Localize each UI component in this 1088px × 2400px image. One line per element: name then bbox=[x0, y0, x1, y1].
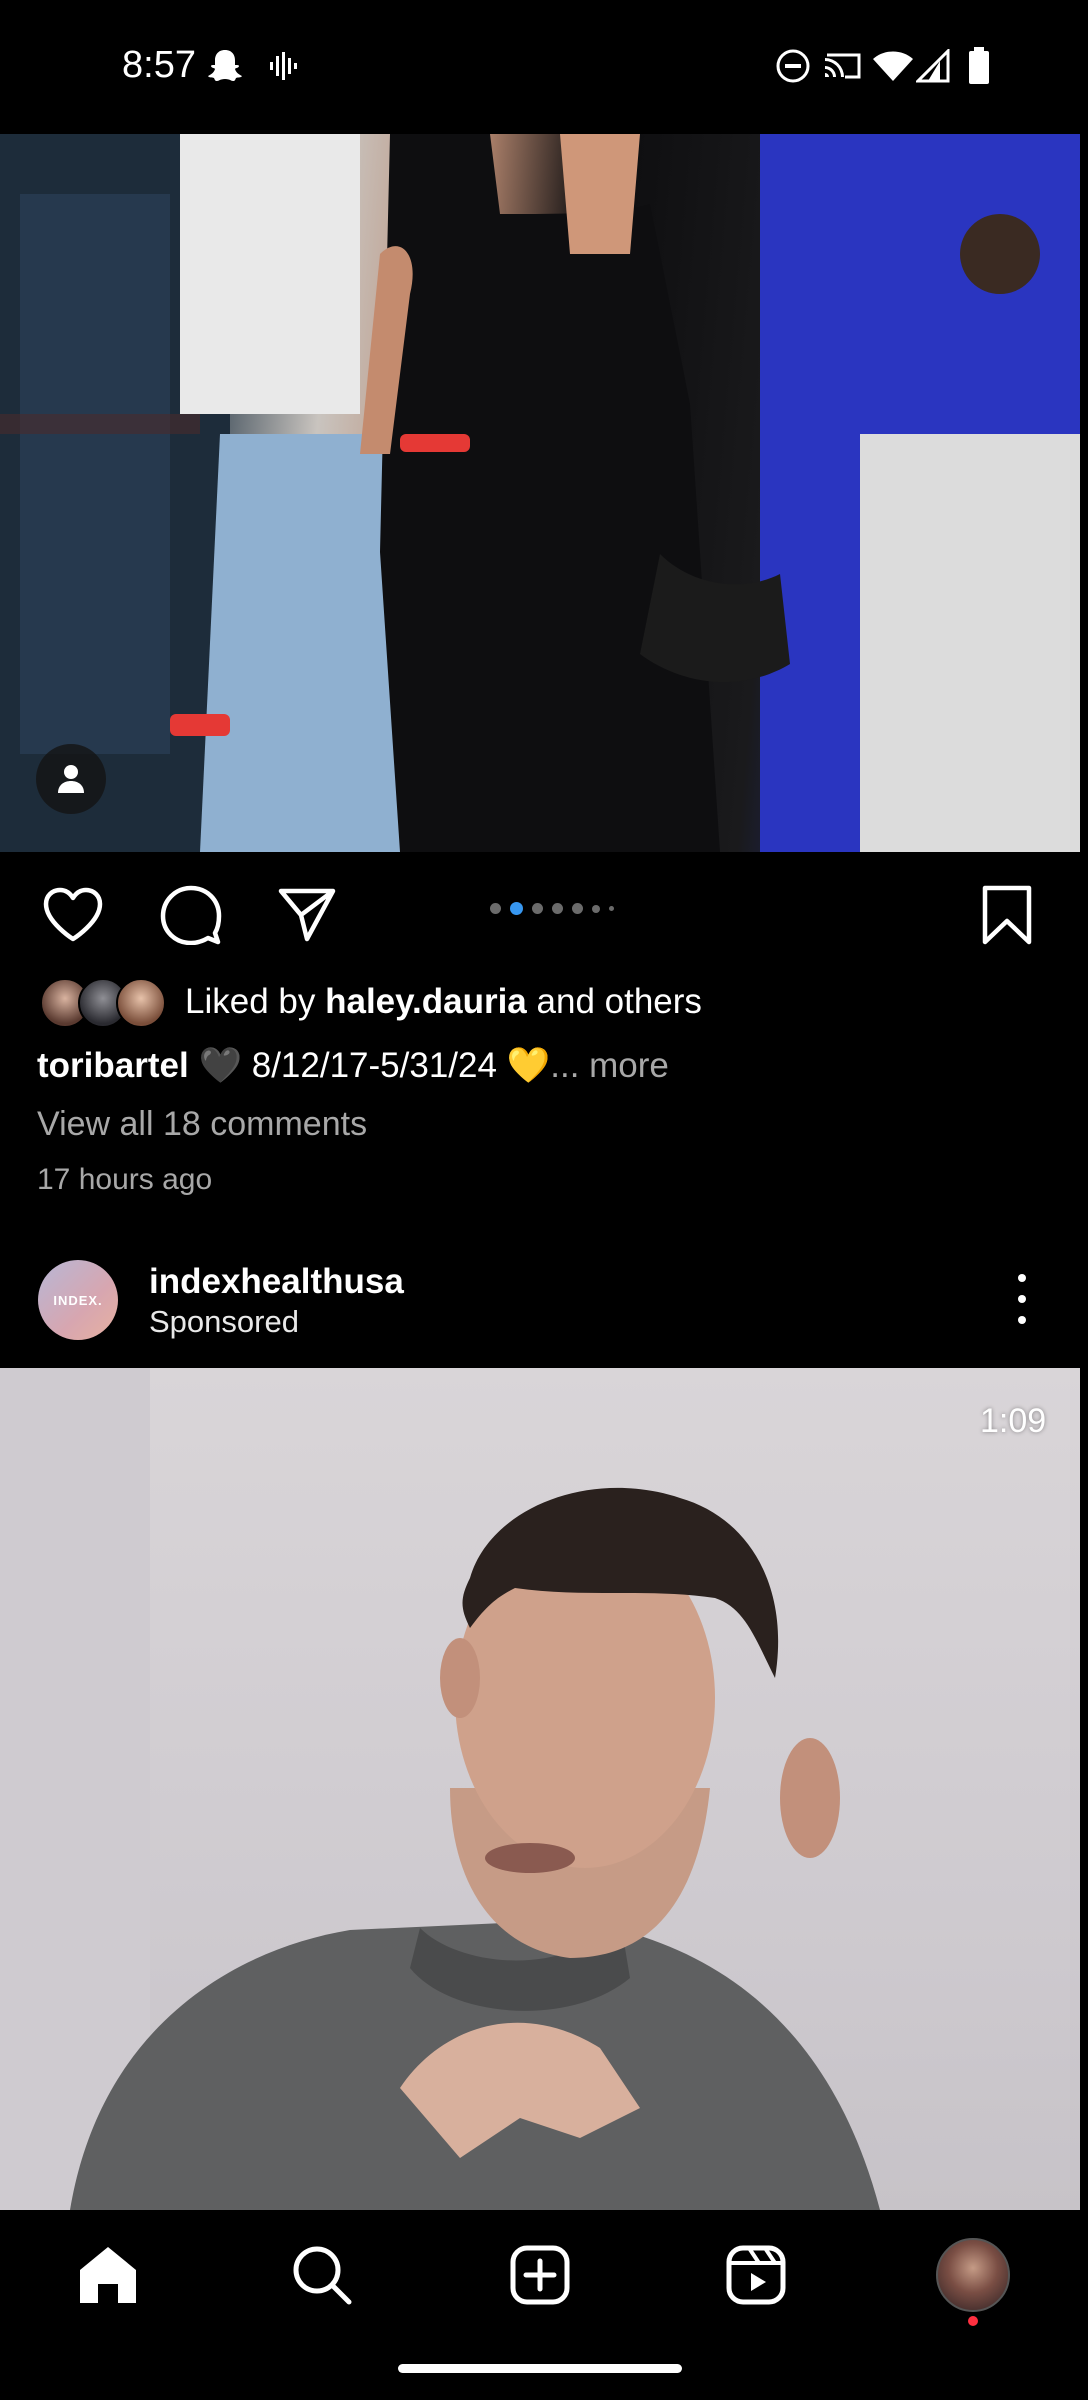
nav-reels[interactable] bbox=[718, 2240, 794, 2310]
carousel-dot-active bbox=[510, 902, 523, 915]
caption-text: 🖤 8/12/17-5/31/24 💛 bbox=[198, 1046, 551, 1085]
wifi-icon bbox=[872, 46, 914, 86]
send-icon bbox=[278, 888, 336, 942]
home-icon bbox=[80, 2247, 136, 2303]
post-caption: toribartel 🖤 8/12/17-5/31/24 💛... more bbox=[37, 1045, 669, 1086]
ad-username[interactable]: indexhealthusa bbox=[149, 1262, 404, 1302]
status-time: 8:57 bbox=[122, 44, 196, 86]
carousel-indicator bbox=[490, 902, 614, 915]
view-comments-link[interactable]: View all 18 comments bbox=[37, 1105, 367, 1144]
sponsored-label: Sponsored bbox=[149, 1304, 299, 1339]
post-timestamp: 17 hours ago bbox=[37, 1163, 213, 1196]
avatar bbox=[116, 978, 166, 1028]
person-icon bbox=[58, 765, 84, 793]
liked-by-avatars[interactable] bbox=[40, 978, 170, 1028]
nav-create[interactable] bbox=[502, 2240, 578, 2310]
caption-username[interactable]: toribartel bbox=[37, 1046, 189, 1085]
likes-summary[interactable]: Liked by haley.dauria and others bbox=[185, 982, 702, 1022]
likes-suffix: and others bbox=[536, 982, 702, 1021]
reels-icon bbox=[726, 2245, 786, 2305]
carousel-dot bbox=[592, 904, 600, 913]
nav-profile-avatar[interactable] bbox=[936, 2238, 1010, 2312]
ad-video[interactable] bbox=[0, 1368, 1080, 2210]
share-button[interactable] bbox=[272, 880, 342, 950]
carousel-dot bbox=[572, 903, 583, 914]
tagged-people-button[interactable] bbox=[36, 744, 106, 814]
battery-icon bbox=[968, 46, 990, 86]
comment-icon bbox=[160, 885, 222, 945]
likes-username[interactable]: haley.dauria bbox=[325, 982, 527, 1021]
create-icon bbox=[510, 2245, 570, 2305]
voice-icon bbox=[268, 46, 298, 86]
like-button[interactable] bbox=[38, 880, 108, 950]
carousel-dot bbox=[490, 903, 501, 914]
caption-more-link[interactable]: ... more bbox=[550, 1046, 669, 1085]
nav-home[interactable] bbox=[70, 2240, 146, 2310]
home-indicator[interactable] bbox=[398, 2364, 682, 2373]
more-dots-icon bbox=[1018, 1274, 1026, 1282]
ad-avatar-logo-text: INDEX. bbox=[53, 1292, 103, 1308]
nav-search[interactable] bbox=[284, 2240, 360, 2310]
notification-dot bbox=[968, 2316, 978, 2326]
heart-icon bbox=[43, 887, 103, 942]
post-photo[interactable] bbox=[0, 134, 1080, 852]
ad-avatar[interactable]: INDEX. bbox=[38, 1260, 118, 1340]
snapchat-icon bbox=[207, 46, 243, 86]
do-not-disturb-icon bbox=[775, 46, 811, 86]
carousel-dot bbox=[532, 903, 543, 914]
likes-prefix: Liked by bbox=[185, 982, 316, 1021]
bookmark-icon bbox=[982, 885, 1032, 945]
cast-icon bbox=[823, 46, 863, 86]
cellular-icon bbox=[916, 46, 950, 86]
more-options-button[interactable] bbox=[1002, 1274, 1042, 1324]
save-button[interactable] bbox=[972, 880, 1042, 950]
comment-button[interactable] bbox=[156, 880, 226, 950]
search-icon bbox=[293, 2246, 352, 2305]
carousel-dot bbox=[609, 906, 614, 911]
video-duration: 1:09 bbox=[980, 1402, 1047, 1440]
carousel-dot bbox=[552, 903, 563, 914]
